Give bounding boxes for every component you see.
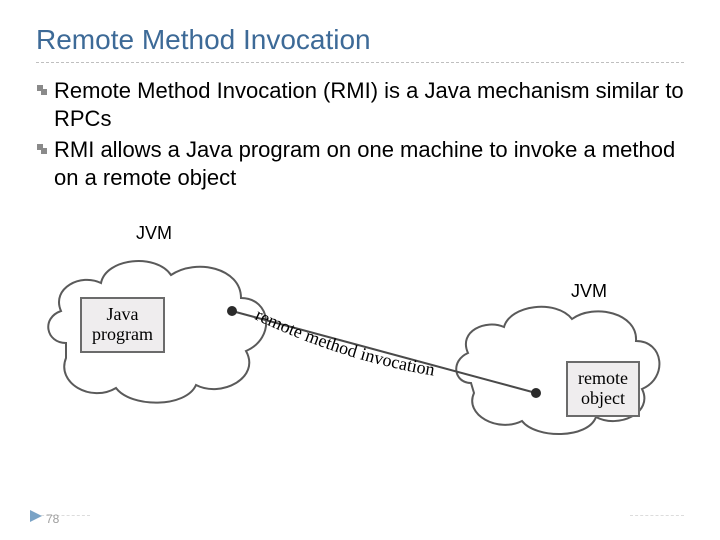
- page-arrow-icon: [30, 509, 42, 527]
- link-label: remote method invocation: [252, 304, 436, 379]
- bullet-text: RMI allows a Java program on one machine…: [54, 136, 684, 191]
- bullet-item: RMI allows a Java program on one machine…: [36, 136, 684, 191]
- rmi-diagram: remote method invocation JVM JVM Java pr…: [36, 203, 676, 453]
- slide: Remote Method Invocation Remote Method I…: [0, 0, 720, 540]
- java-program-text: Java program: [92, 304, 153, 344]
- jvm1-label: JVM: [136, 223, 172, 244]
- bullet-text: Remote Method Invocation (RMI) is a Java…: [54, 77, 684, 132]
- java-program-box: Java program: [80, 297, 165, 353]
- page-number: 78: [46, 512, 59, 526]
- bullet-icon: [36, 136, 54, 160]
- bullet-list: Remote Method Invocation (RMI) is a Java…: [36, 77, 684, 191]
- remote-object-box: remote object: [566, 361, 640, 417]
- remote-object-text: remote object: [578, 368, 628, 408]
- jvm2-label: JVM: [571, 281, 607, 302]
- footer-dash-left: [36, 515, 90, 516]
- footer-dash-right: [630, 515, 684, 516]
- bullet-item: Remote Method Invocation (RMI) is a Java…: [36, 77, 684, 132]
- title-divider: [36, 62, 684, 63]
- slide-title: Remote Method Invocation: [36, 24, 684, 56]
- bullet-icon: [36, 77, 54, 101]
